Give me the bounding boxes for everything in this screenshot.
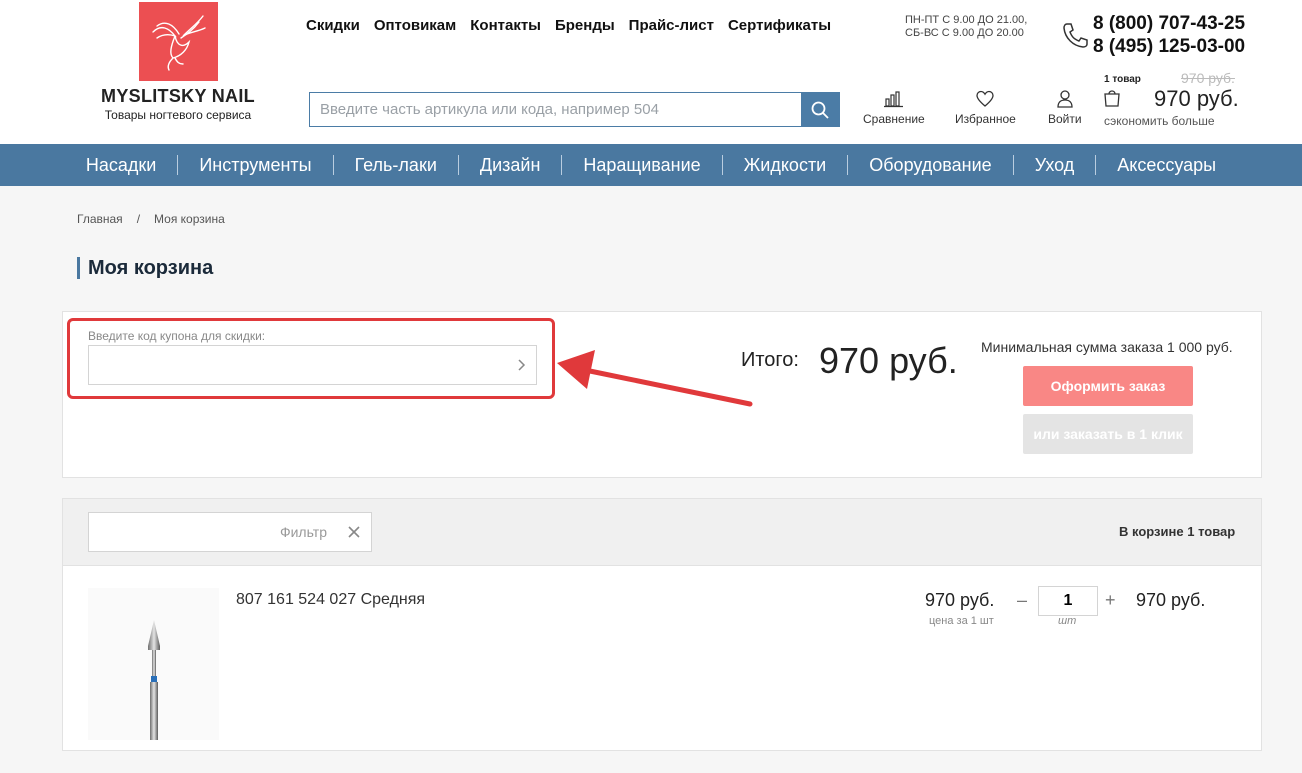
filter-input[interactable] xyxy=(89,513,337,551)
coupon-input[interactable] xyxy=(89,346,508,384)
working-hours: ПН-ПТ С 9.00 ДО 21.00, СБ-ВС С 9.00 ДО 2… xyxy=(905,14,1027,40)
favorites-link[interactable]: Избранное xyxy=(955,90,1016,126)
phone-number-1[interactable]: 8 (800) 707-43-25 xyxy=(1093,12,1245,35)
cart-filter xyxy=(88,512,372,552)
compare-link[interactable]: Сравнение xyxy=(863,90,925,126)
coupon-apply-button[interactable] xyxy=(508,346,536,384)
category-bar: Насадки Инструменты Гель-лаки Дизайн Нар… xyxy=(0,144,1302,186)
search-input[interactable] xyxy=(310,93,801,126)
cart-count-number: 1 xyxy=(1187,524,1195,539)
category-accessories[interactable]: Аксессуары xyxy=(1096,155,1237,175)
breadcrumb-home[interactable]: Главная xyxy=(77,212,123,226)
drill-bit-image xyxy=(148,620,160,740)
category-liquids[interactable]: Жидкости xyxy=(723,155,849,175)
brand-name: MYSLITSKY NAIL xyxy=(101,86,255,106)
topnav-item-certificates[interactable]: Сертификаты xyxy=(728,17,831,34)
compare-label: Сравнение xyxy=(863,112,925,126)
breadcrumb: Главная / Моя корзина xyxy=(77,212,225,226)
heart-icon xyxy=(976,90,995,107)
hours-weekdays: ПН-ПТ С 9.00 ДО 21.00, xyxy=(905,14,1028,26)
quantity-increase-button[interactable]: + xyxy=(1105,590,1116,611)
category-gel-polish[interactable]: Гель-лаки xyxy=(334,155,459,175)
hours-weekend: СБ-ВС С 9.00 ДО 20.00 xyxy=(905,27,1024,39)
phone-numbers: 8 (800) 707-43-25 8 (495) 125-03-00 xyxy=(1093,12,1245,58)
topnav-item-pricelist[interactable]: Прайс-лист xyxy=(629,17,714,34)
breadcrumb-separator: / xyxy=(136,212,141,226)
total-value: 970 руб. xyxy=(819,340,958,381)
topnav-item-discounts[interactable]: Скидки xyxy=(306,17,360,34)
cart-count-suffix: товар xyxy=(1198,524,1236,539)
login-label: Войти xyxy=(1048,112,1082,126)
product-image[interactable] xyxy=(88,588,219,740)
product-unit-price: 970 руб. xyxy=(925,590,995,610)
bar-chart-icon xyxy=(883,91,903,108)
shopping-bag-icon[interactable] xyxy=(1103,88,1121,108)
quantity-input[interactable] xyxy=(1038,586,1098,616)
topnav-item-wholesale[interactable]: Оптовикам xyxy=(374,17,456,34)
page-title: Моя корзина xyxy=(77,257,213,279)
red-arrow-annotation xyxy=(557,350,753,407)
topnav-item-brands[interactable]: Бренды xyxy=(555,17,615,34)
search-bar xyxy=(309,92,840,127)
checkout-button[interactable]: Оформить заказ xyxy=(1023,366,1193,406)
category-design[interactable]: Дизайн xyxy=(459,155,563,175)
close-icon xyxy=(348,526,360,538)
product-name-link[interactable]: 807 161 524 027 Средняя xyxy=(236,591,425,609)
search-icon xyxy=(811,101,829,119)
product-unit-note: цена за 1 шт xyxy=(929,615,994,627)
breadcrumb-current: Моя корзина xyxy=(154,212,225,226)
phone-icon xyxy=(1063,23,1088,48)
chevron-right-icon xyxy=(518,359,526,371)
quantity-unit: шт xyxy=(1058,615,1077,627)
mini-cart-price[interactable]: 970 руб. xyxy=(1154,86,1239,112)
logo[interactable] xyxy=(139,2,218,81)
product-line-total: 970 руб. xyxy=(1136,590,1206,610)
coupon-field xyxy=(88,345,537,385)
top-navigation: Скидки Оптовикам Контакты Бренды Прайс-л… xyxy=(306,17,831,34)
bird-logo-icon xyxy=(152,15,206,71)
category-extension[interactable]: Наращивание xyxy=(562,155,723,175)
total-label: Итого: xyxy=(741,349,799,371)
category-tools[interactable]: Инструменты xyxy=(178,155,334,175)
brand-tagline: Товары ногтевого сервиса xyxy=(104,108,252,122)
phone-number-2[interactable]: 8 (495) 125-03-00 xyxy=(1093,35,1245,58)
save-more-link[interactable]: сэкономить больше xyxy=(1104,114,1215,128)
min-order-notice: Минимальная сумма заказа 1 000 руб. xyxy=(981,339,1233,355)
filter-clear-button[interactable] xyxy=(337,513,371,551)
login-link[interactable]: Войти xyxy=(1048,90,1082,126)
one-click-order-button[interactable]: или заказать в 1 клик xyxy=(1023,414,1193,454)
mini-cart-count: 1 товар xyxy=(1104,74,1141,85)
search-button[interactable] xyxy=(801,93,839,126)
category-equipment[interactable]: Оборудование xyxy=(848,155,1014,175)
coupon-label: Введите код купона для скидки: xyxy=(88,329,266,343)
category-attachments[interactable]: Насадки xyxy=(65,155,179,175)
topnav-item-contacts[interactable]: Контакты xyxy=(470,17,541,34)
favorites-label: Избранное xyxy=(955,112,1016,126)
cart-count-prefix: В корзине xyxy=(1119,524,1184,539)
cart-item-count: В корзине 1 товар xyxy=(1119,524,1235,539)
quantity-decrease-button[interactable]: – xyxy=(1017,590,1027,611)
mini-cart-old-price: 970 руб. xyxy=(1181,70,1235,86)
user-icon xyxy=(1057,90,1073,108)
category-care[interactable]: Уход xyxy=(1014,155,1097,175)
